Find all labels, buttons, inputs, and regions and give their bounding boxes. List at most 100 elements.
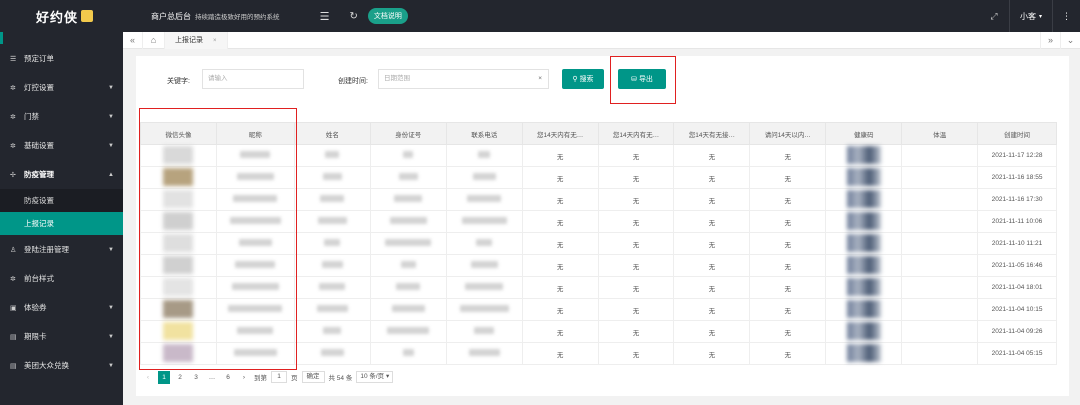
sidebar-item-light-control[interactable]: ✲ 灯控设置 ▼ [0,73,123,102]
page-unit: 页 [291,375,298,382]
phone-cell [445,144,523,167]
sidebar-item-login-register[interactable]: ♙ 登陆注册管理 ▼ [0,235,123,264]
phone-cell [445,210,523,233]
sidebar-item-term-card[interactable]: ▤ 期限卡 ▼ [0,322,123,351]
sidebar-item-label: 防疫管理 [24,170,54,179]
col-id-number: 身份证号 [369,122,447,145]
id-cell [369,210,447,233]
sidebar-item-epidemic[interactable]: ✢ 防疫管理 ▲ [0,160,123,189]
user-menu[interactable]: 小客 ▾ [1008,0,1052,32]
health-code-image [846,299,881,318]
tab-report-records[interactable]: 上报记录 × [165,31,228,49]
col-q1: 您14天内有无… [521,122,599,145]
next-page-icon[interactable]: › [238,371,250,384]
redacted-id [385,239,432,246]
prev-page-icon[interactable]: ‹ [142,371,154,384]
sidebar-item-basic-settings[interactable]: ✲ 基础设置 ▼ [0,131,123,160]
tabs-scroll-right-icon[interactable]: » [1040,32,1060,49]
page-last[interactable]: 6 [222,371,234,384]
temperature-cell [901,320,979,343]
card-icon: ▤ [10,362,17,370]
close-icon[interactable]: × [213,38,217,44]
q2-cell: 无 [597,342,675,365]
search-button[interactable]: ⚲ 搜索 [562,69,604,89]
page-size-select[interactable]: 10 条/页 ▾ [356,371,394,383]
q3-cell: 无 [673,188,751,211]
health-code-image [846,255,881,274]
health-code-cell [825,210,903,233]
q4-cell: 无 [749,298,827,321]
card-icon: ▤ [10,333,17,341]
col-phone: 联系电话 [445,122,523,145]
phone-cell [445,298,523,321]
redacted-name [319,283,346,290]
redacted-id [400,261,416,268]
sidebar-item-label: 美团大众兑换 [24,361,69,370]
pagination: ‹ 1 2 3 … 6 › 到第 1 页 确定 共 54 条 10 条/页 ▾ [142,370,397,384]
q4-cell: 无 [749,254,827,277]
date-range-input[interactable]: 日期范围 × [378,69,549,89]
redacted-phone [470,261,498,268]
sidebar-item-access-control[interactable]: ✲ 门禁 ▼ [0,102,123,131]
gear-icon: ✲ [10,275,16,283]
sidebar-subitem-epidemic-settings[interactable]: 防疫设置 [0,189,123,212]
name-cell [293,320,371,343]
page-3[interactable]: 3 [190,371,202,384]
q2-cell: 无 [597,188,675,211]
more-icon[interactable]: ⋮ [1052,0,1080,32]
clear-icon[interactable]: × [538,70,542,88]
health-code-image [846,145,881,164]
sidebar-item-orders[interactable]: ☰ 预定订单 [0,44,123,73]
created-cell: 2021-11-04 10:15 [977,298,1057,321]
refresh-icon[interactable]: ↻ [350,11,358,22]
home-icon[interactable]: ⌂ [143,31,165,49]
page-2[interactable]: 2 [174,371,186,384]
created-cell: 2021-11-04 18:01 [977,276,1057,299]
doc-button[interactable]: 文档说明 [367,8,408,24]
q1-cell: 无 [521,188,599,211]
keyword-input[interactable]: 请输入 [202,69,304,89]
health-code-image [846,321,881,340]
name-cell [293,232,371,255]
tabs-scroll-left-icon[interactable]: « [123,31,143,49]
sidebar-item-meituan-exchange[interactable]: ▤ 美团大众兑换 ▼ [0,351,123,380]
q3-cell: 无 [673,342,751,365]
q4-cell: 无 [749,166,827,189]
user-caret-icon: ▾ [1038,13,1042,20]
page-1[interactable]: 1 [158,370,170,384]
id-cell [369,276,447,299]
health-code-image [846,277,881,296]
avatar-nickname-highlight-box [139,108,297,370]
fullscreen-icon[interactable]: ⤢ [979,11,1009,22]
temperature-cell [901,276,979,299]
sidebar-item-label: 登陆注册管理 [24,245,69,254]
app-logo[interactable]: 好约侠 [0,0,123,32]
sidebar-item-frontend-style[interactable]: ✲ 前台样式 [0,264,123,293]
chevron-down-icon: ▼ [108,246,114,253]
redacted-id [402,349,414,356]
tabs-dropdown-icon[interactable]: ⌄ [1060,32,1080,49]
phone-cell [445,232,523,255]
menu-toggle-icon[interactable]: ☰ [318,10,332,23]
q2-cell: 无 [597,166,675,189]
gear-icon: ✲ [10,113,16,121]
goto-confirm-button[interactable]: 确定 [301,371,325,383]
health-code-image [846,167,881,186]
q3-cell: 无 [673,210,751,233]
chevron-down-icon: ▼ [108,304,114,311]
phone-cell [445,188,523,211]
name-cell [293,144,371,167]
active-indicator [0,32,3,44]
sidebar-item-trial-coupon[interactable]: ▣ 体验券 ▼ [0,293,123,322]
q4-cell: 无 [749,188,827,211]
health-code-cell [825,166,903,189]
name-cell [293,254,371,277]
health-code-cell [825,144,903,167]
goto-page-input[interactable]: 1 [271,371,287,383]
sidebar-subitem-report-records[interactable]: 上报记录 [0,212,123,235]
temperature-cell [901,210,979,233]
q4-cell: 无 [749,144,827,167]
temperature-cell [901,298,979,321]
redacted-phone [459,305,509,312]
health-code-image [846,233,881,252]
